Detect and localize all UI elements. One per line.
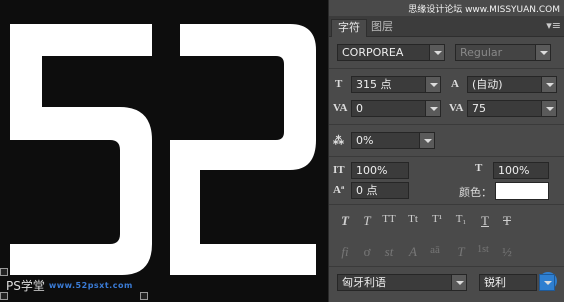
fractions-button[interactable]: ½	[499, 244, 515, 260]
discretionary-ligatures-button[interactable]: ơ	[359, 244, 375, 260]
language-select[interactable]: 匈牙利语	[337, 274, 465, 291]
ligatures-button[interactable]: fi	[337, 244, 353, 260]
swash-button[interactable]: st	[381, 244, 397, 260]
stylistic-alternates-button[interactable]: A	[405, 244, 421, 260]
color-label: 颜色：	[459, 186, 492, 199]
color-swatch[interactable]	[495, 182, 549, 200]
subscript-button[interactable]: T₁	[453, 213, 469, 225]
leading-icon: A	[451, 78, 459, 90]
tab-layers[interactable]: 图层	[365, 19, 399, 36]
antialias-select[interactable]: 锐利	[479, 274, 537, 291]
language-dropdown-arrow[interactable]	[451, 274, 467, 291]
kerning-dropdown-arrow[interactable]	[425, 100, 441, 117]
ordinals-button[interactable]: 1st	[475, 244, 491, 255]
watermark-ps-text: PS学堂	[6, 278, 45, 293]
font-size-icon: T	[335, 78, 343, 90]
font-family-select[interactable]: CORPOREA	[337, 44, 441, 61]
faux-italic-button[interactable]: T	[359, 213, 375, 229]
titling-alternates-button[interactable]: aā	[427, 244, 443, 256]
panel-menu-icon[interactable]: ▾≡	[546, 19, 561, 32]
watermark-left: PS学堂 www.52psxt.com	[6, 276, 133, 294]
font-size-dropdown-arrow[interactable]	[425, 76, 441, 93]
underline-button[interactable]: T	[477, 213, 493, 229]
ornaments-button[interactable]: T	[453, 244, 469, 260]
proportional-spacing-icon: ⁂	[333, 135, 344, 147]
vertical-scale-icon: IT	[333, 164, 345, 176]
glyph-left	[10, 24, 152, 275]
strikethrough-button[interactable]: T	[499, 213, 515, 229]
leading-dropdown-arrow[interactable]	[541, 76, 557, 93]
tracking-icon: VA	[449, 102, 464, 114]
watermark-top: 思缘设计论坛 www.MISSYUAN.COM	[408, 5, 560, 15]
glyph-right	[170, 24, 316, 275]
faux-bold-button[interactable]: T	[337, 213, 353, 229]
document-canvas[interactable]: PS学堂 www.52psxt.com	[0, 0, 328, 302]
tsume-dropdown-arrow[interactable]	[419, 132, 435, 149]
horizontal-scale-icon: T	[475, 162, 483, 174]
selection-handle-br[interactable]	[140, 292, 148, 300]
superscript-button[interactable]: T¹	[429, 213, 445, 225]
tracking-dropdown-arrow[interactable]	[541, 100, 557, 117]
baseline-shift-icon: Aª	[333, 184, 345, 196]
baseline-shift-input[interactable]: 0 点	[351, 182, 409, 199]
selection-handle-tl[interactable]	[0, 268, 8, 276]
tab-character[interactable]: 字符	[331, 19, 367, 37]
font-style-select[interactable]: Regular	[455, 44, 543, 61]
kerning-icon: VA	[333, 102, 348, 114]
all-caps-button[interactable]: TT	[381, 213, 397, 225]
font-family-dropdown-arrow[interactable]	[429, 44, 445, 61]
text-glyphs	[10, 24, 316, 275]
font-style-dropdown-arrow[interactable]	[535, 44, 551, 61]
small-caps-button[interactable]: Tt	[405, 213, 421, 225]
character-panel: 思缘设计论坛 www.MISSYUAN.COM 字符 图层 ▾≡ CORPORE…	[328, 0, 564, 302]
tsume-input[interactable]: 0%	[351, 132, 421, 149]
antialias-dropdown-arrow[interactable]	[539, 274, 555, 291]
vertical-scale-input[interactable]: 100%	[351, 162, 409, 179]
watermark-site-text: www.52psxt.com	[48, 280, 133, 290]
panel-tabbar: 字符 图层 ▾≡	[329, 16, 564, 37]
horizontal-scale-input[interactable]: 100%	[493, 162, 549, 179]
